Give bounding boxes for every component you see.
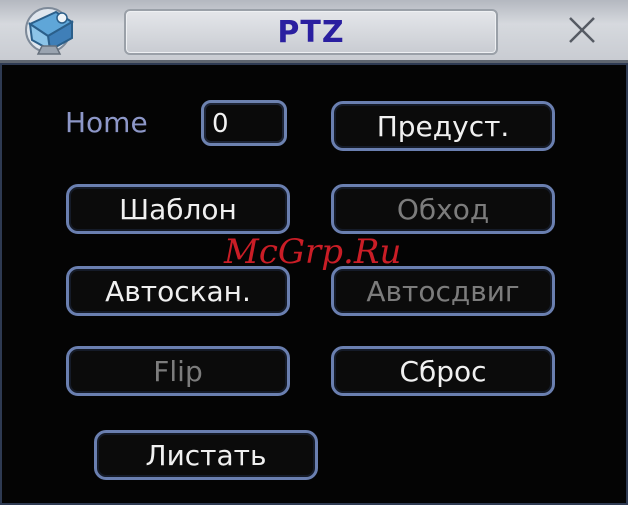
ptz-dialog: PTZ Home 0 Предуст. Шаблон Обход Автоска… bbox=[0, 0, 628, 505]
autoscan-button[interactable]: Автоскан. bbox=[66, 266, 290, 316]
page-button[interactable]: Листать bbox=[94, 430, 318, 480]
pattern-button[interactable]: Шаблон bbox=[66, 184, 290, 234]
flip-button[interactable]: Flip bbox=[66, 346, 290, 396]
home-input[interactable]: 0 bbox=[201, 100, 287, 146]
reset-button[interactable]: Сброс bbox=[331, 346, 555, 396]
camera-app-icon bbox=[22, 4, 82, 56]
window-title: PTZ bbox=[124, 9, 498, 55]
autopan-button[interactable]: Автосдвиг bbox=[331, 266, 555, 316]
home-label: Home bbox=[65, 106, 148, 139]
close-icon bbox=[569, 17, 595, 43]
close-button[interactable] bbox=[560, 12, 604, 48]
title-bar: PTZ bbox=[0, 0, 628, 63]
tour-button[interactable]: Обход bbox=[331, 184, 555, 234]
preset-button[interactable]: Предуст. bbox=[331, 101, 555, 151]
